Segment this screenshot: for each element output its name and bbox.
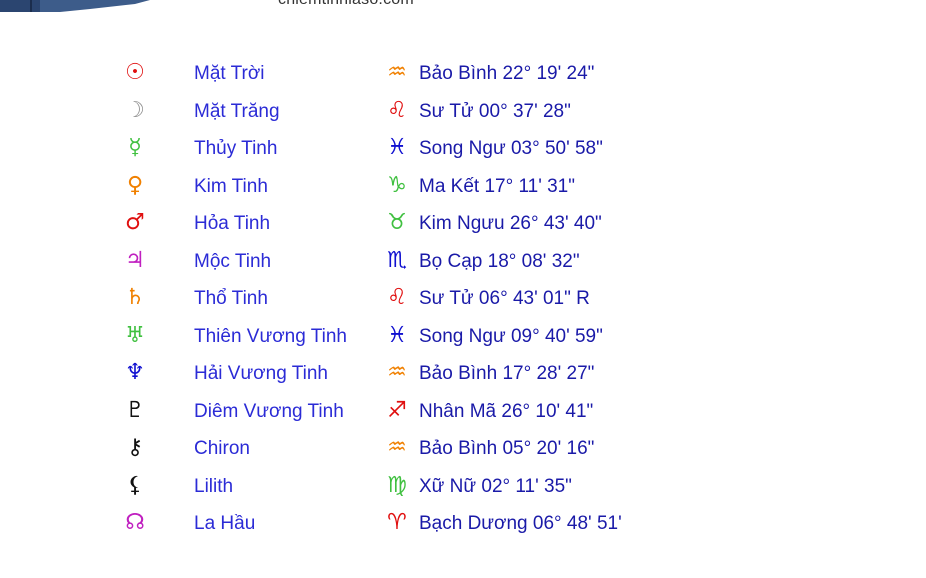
uranus-icon: ♅ xyxy=(125,322,145,348)
planet-row: ♄ Thổ Tinh ♌ Sư Tử 06° 43' 01" R xyxy=(118,280,678,318)
planet-position: Bạch Dương 06° 48' 51' xyxy=(419,513,622,534)
aquarius-icon: ♒ xyxy=(387,435,407,460)
planet-row: ⚸ Lilith ♍ Xữ Nữ 02° 11' 35" xyxy=(118,468,678,506)
planet-name: Thiên Vương Tinh xyxy=(194,325,347,347)
aquarius-icon: ♒ xyxy=(387,360,407,385)
planet-position: Bảo Bình 17° 28' 27" xyxy=(419,363,595,384)
taurus-icon: ♉ xyxy=(387,210,407,235)
planet-name: Kim Tinh xyxy=(194,175,268,197)
planet-name: Diêm Vương Tinh xyxy=(194,400,344,422)
chiron-icon: ⚷ xyxy=(126,435,144,460)
planet-row: ♅ Thiên Vương Tinh ♓ Song Ngư 09° 40' 59" xyxy=(118,318,678,356)
planet-position: Sư Tử 06° 43' 01" R xyxy=(419,288,590,309)
planet-position: Ma Kết 17° 11' 31" xyxy=(419,175,575,197)
planet-table: ☉ Mặt Trời ♒ Bảo Bình 22° 19' 24" ☽ Mặt Trăng… xyxy=(118,55,678,543)
top-banner: chiemtinhlaso.com xyxy=(0,0,926,12)
site-name: chiemtinhlaso.com xyxy=(278,0,414,9)
planet-position: Bọ Cạp 18° 08' 32" xyxy=(419,250,580,272)
planet-row: ☿ Thủy Tinh ♓ Song Ngư 03° 50' 58" xyxy=(118,130,678,168)
mars-icon: ♂ xyxy=(125,210,145,235)
neptune-icon: ♆ xyxy=(125,360,145,385)
planet-position: Nhân Mã 26° 10' 41" xyxy=(419,400,594,422)
planet-row: ☉ Mặt Trời ♒ Bảo Bình 22° 19' 24" xyxy=(118,55,678,93)
leo-icon: ♌ xyxy=(387,285,407,310)
planet-name: Mặt Trời xyxy=(194,63,265,84)
planet-row: ⚷ Chiron ♒ Bảo Bình 05° 20' 16" xyxy=(118,430,678,468)
leo-icon: ♌ xyxy=(387,97,407,123)
aries-icon: ♈ xyxy=(387,510,407,535)
venus-icon: ♀ xyxy=(126,172,144,198)
pluto-icon: ♇ xyxy=(125,397,145,423)
planet-row: ♀ Kim Tinh ♑ Ma Kết 17° 11' 31" xyxy=(118,168,678,206)
planet-position: Bảo Bình 05° 20' 16" xyxy=(419,438,595,459)
moon-icon: ☽ xyxy=(125,97,145,123)
saturn-icon: ♄ xyxy=(125,285,145,310)
scorpio-icon: ♏ xyxy=(387,247,407,273)
virgo-icon: ♍ xyxy=(387,472,407,498)
sun-icon: ☉ xyxy=(125,60,145,85)
planet-name: Hải Vương Tinh xyxy=(194,363,328,384)
planet-name: Thủy Tinh xyxy=(194,138,278,159)
capricorn-icon: ♑ xyxy=(387,172,407,198)
planet-position: Song Ngư 09° 40' 59" xyxy=(419,325,603,347)
mercury-icon: ☿ xyxy=(128,135,142,160)
planet-name: Hỏa Tinh xyxy=(194,213,271,234)
planet-position: Sư Tử 00° 37' 28" xyxy=(419,100,571,122)
pisces-icon: ♓ xyxy=(387,135,407,160)
planet-row: ♂ Hỏa Tinh ♉ Kim Ngưu 26° 43' 40" xyxy=(118,205,678,243)
lilith-icon: ⚸ xyxy=(126,472,144,498)
planet-name: Mặt Trăng xyxy=(194,100,280,122)
planet-position: Kim Ngưu 26° 43' 40" xyxy=(419,213,602,234)
aquarius-icon: ♒ xyxy=(387,60,407,85)
north-node-icon: ☊ xyxy=(125,510,145,535)
planet-name: Lilith xyxy=(194,475,234,497)
jupiter-icon: ♃ xyxy=(125,247,145,273)
planet-name: La Hầu xyxy=(194,513,256,534)
planet-row: ♆ Hải Vương Tinh ♒ Bảo Bình 17° 28' 27" xyxy=(118,355,678,393)
planet-position: Bảo Bình 22° 19' 24" xyxy=(419,63,595,84)
planet-name: Chiron xyxy=(194,438,250,459)
planet-row: ☊ La Hầu ♈ Bạch Dương 06° 48' 51' xyxy=(118,505,678,543)
planet-row: ♇ Diêm Vương Tinh ♐ Nhân Mã 26° 10' 41" xyxy=(118,393,678,431)
planet-name: Thổ Tinh xyxy=(194,288,268,309)
planet-position: Xữ Nữ 02° 11' 35" xyxy=(419,475,572,497)
planet-row: ☽ Mặt Trăng ♌ Sư Tử 00° 37' 28" xyxy=(118,93,678,131)
planet-position: Song Ngư 03° 50' 58" xyxy=(419,138,603,159)
planet-row: ♃ Mộc Tinh ♏ Bọ Cạp 18° 08' 32" xyxy=(118,243,678,281)
planet-name: Mộc Tinh xyxy=(194,250,272,272)
sagittarius-icon: ♐ xyxy=(387,397,407,423)
pisces-icon: ♓ xyxy=(387,322,407,348)
banner-graphic xyxy=(0,0,150,12)
